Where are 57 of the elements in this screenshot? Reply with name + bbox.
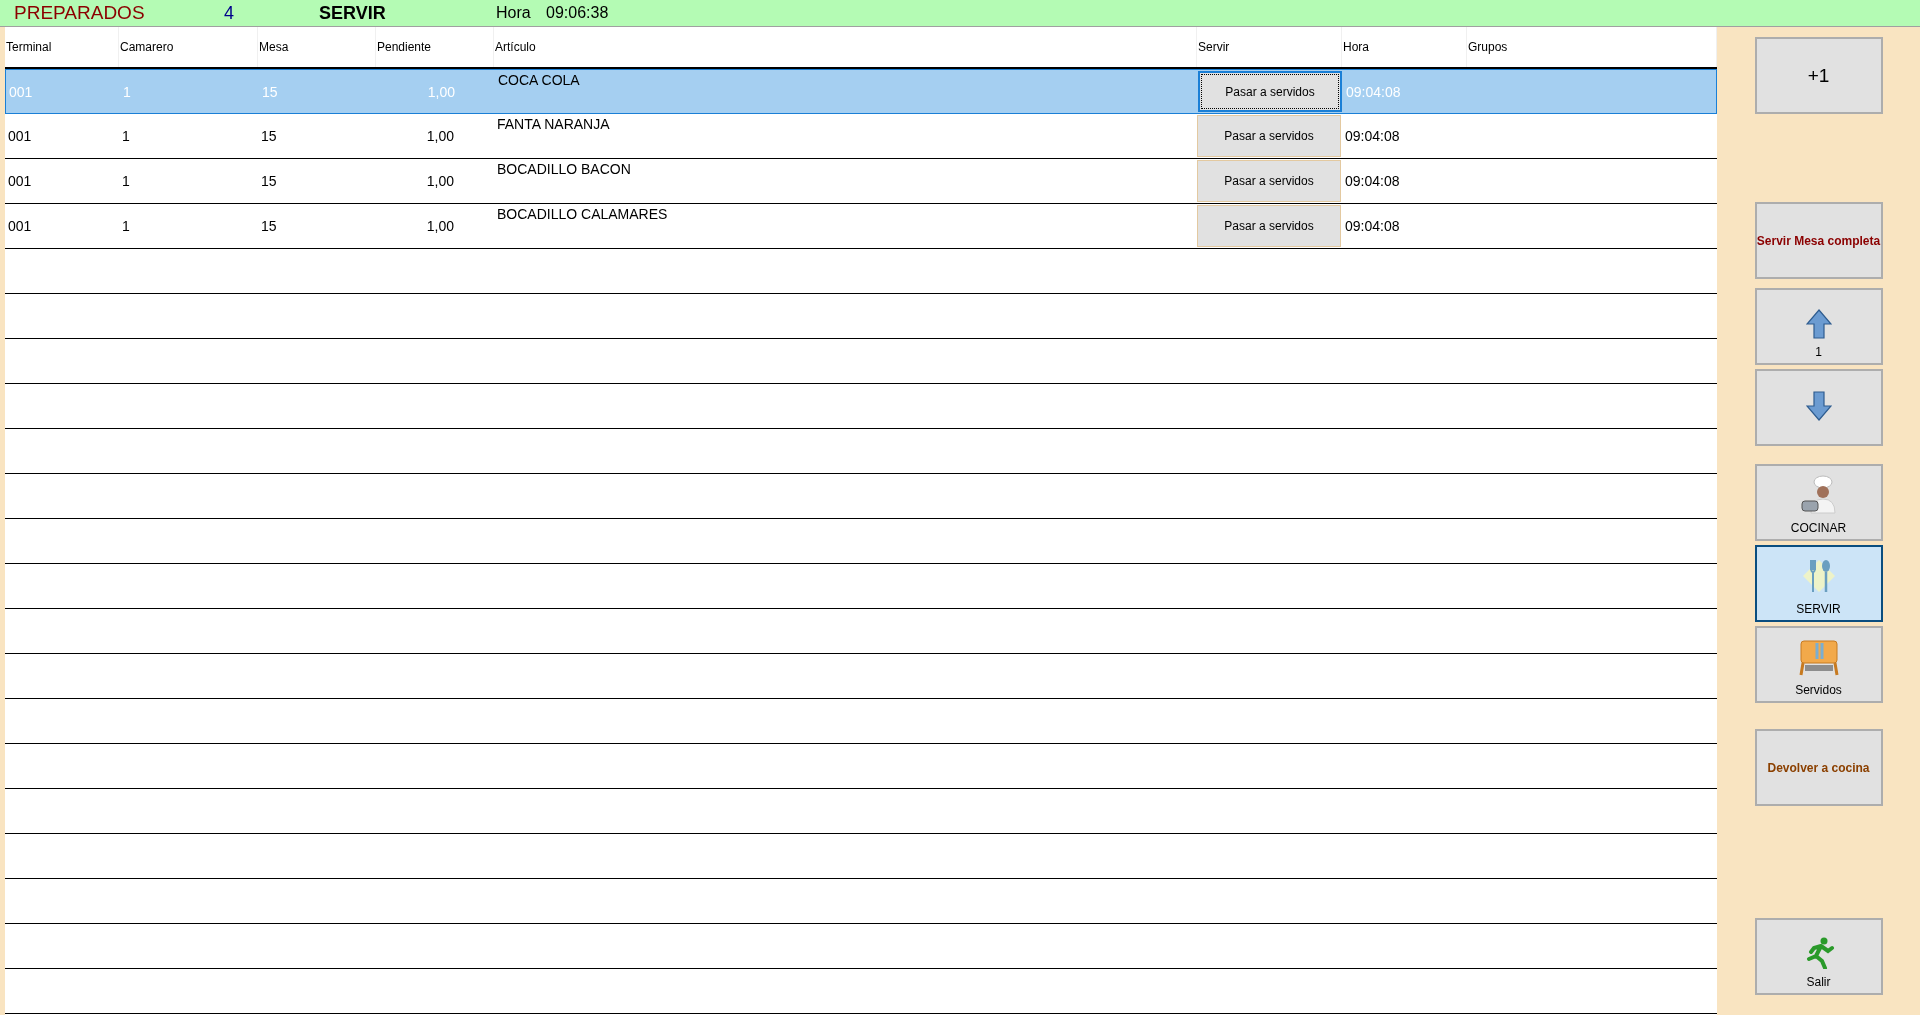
chef-icon [1798, 475, 1839, 515]
table-cell-text: 001 [8, 82, 34, 102]
table-cell-text: 001 [7, 172, 33, 191]
column-header[interactable]: Mesa [258, 27, 376, 67]
column-header[interactable]: Pendiente [376, 27, 494, 67]
side-button[interactable] [1754, 369, 1883, 446]
side-button[interactable]: Salir [1754, 918, 1883, 995]
clock-time: 09:06:38 [546, 4, 609, 22]
table-cell-text: 001 [7, 127, 33, 146]
table-cell-text: 15 [260, 127, 278, 146]
table-icon [1798, 639, 1839, 677]
time-label: Hora [496, 4, 532, 22]
item-count: 4 [224, 2, 235, 24]
table-cell-text: COCA COLA [497, 71, 581, 90]
side-button[interactable]: SERVIR [1754, 545, 1883, 622]
order-row[interactable]: 001 1 15 1,00 COCA COLA Pasar a servidos 09:04:08 [5, 69, 1717, 114]
table-cell-text: 1,00 [425, 217, 455, 236]
side-button[interactable]: COCINAR [1754, 464, 1883, 541]
pasar-a-servidos-button[interactable]: Pasar a servidos [1197, 115, 1341, 157]
side-button[interactable]: 1 [1754, 288, 1883, 365]
screen-title: PREPARADOS [14, 2, 146, 24]
table-cell-text: BOCADILLO BACON [496, 160, 632, 179]
order-row[interactable]: 001 1 15 1,00 BOCADILLO BACON Pasar a servidos 09:04:08 [5, 159, 1717, 204]
order-row[interactable]: 001 1 15 1,00 BOCADILLO CALAMARES Pasar a servidos 09:04:08 [5, 204, 1717, 249]
side-button[interactable]: Servidos [1754, 626, 1883, 703]
side-button[interactable]: Servir Mesa completa [1754, 202, 1883, 279]
pasar-a-servidos-button[interactable]: Pasar a servidos [1197, 205, 1341, 247]
side-button[interactable]: +1 [1754, 37, 1883, 114]
table-cell-text: 1 [121, 127, 131, 146]
table-cell-text: 1 [121, 217, 131, 236]
mode-label: SERVIR [319, 2, 387, 24]
table-cell-text: FANTA NARANJA [496, 115, 611, 134]
column-header[interactable]: Artículo [494, 27, 1197, 67]
table-cell-text: 15 [260, 217, 278, 236]
table-cell-text: 1 [121, 172, 131, 191]
table-cell-text: 001 [7, 217, 33, 236]
table-cell-text: 09:04:08 [1344, 127, 1401, 146]
table-cell-text: BOCADILLO CALAMARES [496, 205, 669, 224]
order-row[interactable]: 001 1 15 1,00 FANTA NARANJA Pasar a servidos 09:04:08 [5, 114, 1717, 159]
column-header[interactable]: Terminal [5, 27, 119, 67]
table-cell-text: 09:04:08 [1344, 172, 1401, 191]
table-cell-text: 1 [122, 82, 132, 102]
table-cell-text: 15 [260, 172, 278, 191]
up-arrow-icon [1805, 309, 1832, 339]
pasar-a-servidos-button[interactable]: Pasar a servidos [1198, 71, 1342, 112]
table-cell-text: 15 [261, 82, 279, 102]
column-header[interactable]: Servir [1197, 27, 1342, 67]
table-cell-text: 09:04:08 [1344, 217, 1401, 236]
down-arrow-icon [1805, 390, 1832, 421]
side-button[interactable]: Devolver a cocina [1754, 729, 1883, 806]
table-cell-text: 1,00 [426, 82, 456, 102]
pasar-a-servidos-button[interactable]: Pasar a servidos [1197, 160, 1341, 202]
table-cell-text: 09:04:08 [1345, 82, 1402, 102]
column-header[interactable]: Hora [1342, 27, 1467, 67]
table-cell-text: 1,00 [425, 172, 455, 191]
column-header[interactable]: Camarero [119, 27, 258, 67]
table-cell-text: 1,00 [425, 127, 455, 146]
